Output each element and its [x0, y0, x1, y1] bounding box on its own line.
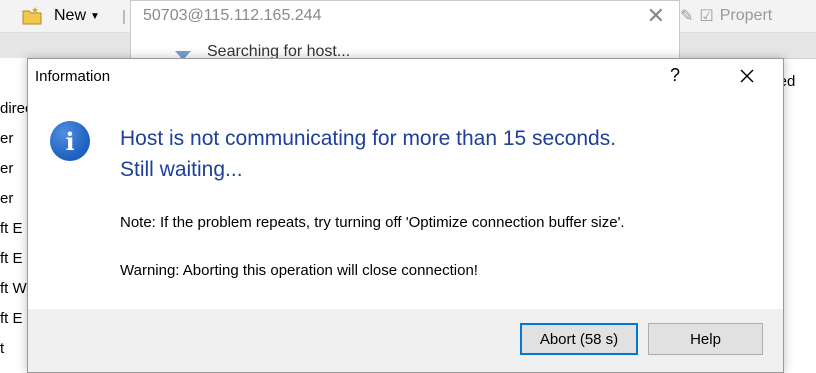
help-button[interactable]: Help — [648, 323, 763, 355]
list-item[interactable]: ft E — [0, 220, 23, 237]
dialog-message: Host is not communicating for more than … — [120, 123, 760, 185]
chevron-down-icon: ▼ — [90, 10, 100, 22]
message-line-2: Still waiting... — [120, 158, 243, 181]
edit-icon: ✎ — [680, 8, 694, 25]
list-item[interactable]: direc — [0, 100, 30, 117]
properties-button[interactable]: ✎ ☑ Propert — [680, 0, 816, 32]
information-dialog: Information ? i Host is not communicatin… — [27, 58, 784, 373]
close-icon[interactable]: ✕ — [647, 3, 665, 29]
close-icon — [740, 69, 754, 83]
info-icon: i — [50, 121, 90, 161]
list-item[interactable]: ft E — [0, 310, 23, 327]
message-line-1: Host is not communicating for more than … — [120, 127, 617, 150]
searching-dialog-title: 50703@115.112.165.244 — [143, 7, 322, 24]
new-folder-icon[interactable] — [22, 0, 44, 32]
abort-button[interactable]: Abort (58 s) — [520, 323, 638, 355]
properties-label: Propert — [719, 7, 773, 24]
list-item[interactable]: er — [0, 130, 13, 147]
help-question-button[interactable]: ? — [670, 65, 680, 86]
new-button-label: New — [54, 7, 87, 24]
list-item[interactable]: t — [0, 340, 4, 357]
searching-dialog: 50703@115.112.165.244 ✕ Searching for ho… — [130, 0, 680, 64]
properties-check-icon: ☑ — [699, 8, 714, 25]
toolbar-separator: | — [122, 7, 126, 25]
list-item[interactable]: ft W — [0, 280, 27, 297]
list-item[interactable]: er — [0, 190, 13, 207]
dialog-title: Information — [35, 68, 111, 85]
dialog-titlebar: Information ? — [28, 59, 783, 95]
file-list-left: direc er er er ft E ft E ft W ft E t — [0, 58, 30, 371]
new-button[interactable]: New ▼ — [54, 0, 100, 32]
close-button[interactable] — [732, 61, 762, 91]
dialog-footer: Abort (58 s) Help — [28, 309, 783, 372]
list-item[interactable]: ft E — [0, 250, 23, 267]
warning-text: Warning: Aborting this operation will cl… — [120, 262, 478, 279]
note-text: Note: If the problem repeats, try turnin… — [120, 214, 625, 231]
list-item[interactable]: er — [0, 160, 13, 177]
